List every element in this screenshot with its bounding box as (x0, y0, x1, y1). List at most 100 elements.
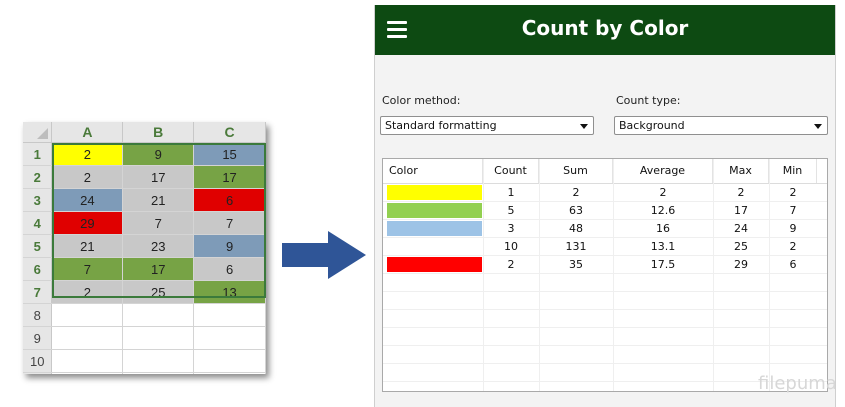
cell[interactable] (193, 349, 266, 373)
cell[interactable]: 23 (122, 234, 195, 258)
row-divider (383, 345, 827, 346)
cell[interactable]: 6 (193, 257, 266, 281)
watermark: filepuma (758, 373, 837, 394)
color-method-label: Color method: (382, 94, 461, 107)
chevron-down-icon (580, 124, 588, 129)
cell-count: 1 (507, 186, 515, 199)
cell[interactable] (51, 326, 124, 350)
cell[interactable] (51, 303, 124, 327)
column-header-count[interactable]: Count (483, 159, 539, 183)
count-type-dropdown[interactable]: Background (614, 116, 828, 135)
cell[interactable]: 2 (51, 165, 124, 189)
select-all-corner[interactable] (23, 122, 53, 143)
column-header-max[interactable]: Max (713, 159, 769, 183)
results-table[interactable]: Color Count Sum Average Max Min 1 2 2 2 2 5 63 12.6 1… (382, 158, 828, 392)
cell[interactable] (193, 372, 266, 374)
color-method-dropdown[interactable]: Standard formatting (380, 116, 594, 135)
cell[interactable]: 9 (193, 234, 266, 258)
cell[interactable] (193, 303, 266, 327)
cell[interactable]: 21 (122, 188, 195, 212)
cell-count: 2 (507, 258, 515, 271)
cell[interactable]: 6 (193, 188, 266, 212)
cell[interactable] (122, 326, 195, 350)
cell[interactable]: 17 (193, 165, 266, 189)
cell[interactable] (51, 349, 124, 373)
row-header[interactable]: 3 (23, 188, 53, 212)
row-divider (383, 363, 827, 364)
cell-max: 24 (734, 222, 748, 235)
cell[interactable] (122, 349, 195, 373)
panel-title: Count by Color (521, 16, 689, 40)
cell[interactable]: 2 (51, 280, 124, 304)
column-header-color[interactable]: Color (383, 159, 483, 183)
cell-min: 6 (789, 258, 797, 271)
cell-min: 2 (789, 186, 797, 199)
cell-max: 2 (737, 186, 745, 199)
cell-count: 5 (507, 204, 515, 217)
row-header[interactable]: 11 (23, 372, 53, 374)
row-divider (383, 309, 827, 310)
cell[interactable]: 24 (51, 188, 124, 212)
cell[interactable]: 17 (122, 165, 195, 189)
title-bar: Count by Color (375, 5, 835, 55)
cell[interactable]: 9 (122, 142, 195, 166)
column-header-c[interactable]: C (193, 122, 266, 143)
cell-sum: 63 (569, 204, 583, 217)
spreadsheet: A B C 1 2 9 15 2 2 17 17 3 24 21 6 4 29 7 7 5 21 23 9 6 7 17 6 7 2 25… (23, 122, 266, 374)
cell[interactable]: 17 (122, 257, 195, 281)
count-type-value: Background (619, 119, 685, 132)
table-row[interactable]: 5 63 12.6 17 7 (383, 202, 827, 220)
count-type-label: Count type: (616, 94, 681, 107)
column-header-sum[interactable]: Sum (539, 159, 613, 183)
column-header-a[interactable]: A (51, 122, 124, 143)
row-header[interactable]: 2 (23, 165, 53, 189)
row-header[interactable]: 8 (23, 303, 53, 327)
table-row[interactable]: 2 35 17.5 29 6 (383, 256, 827, 274)
cell[interactable]: 7 (122, 211, 195, 235)
cell[interactable]: 2 (51, 142, 124, 166)
cell-min: 2 (789, 240, 797, 253)
cell-count: 10 (504, 240, 518, 253)
row-header[interactable]: 1 (23, 142, 53, 166)
count-by-color-panel: Count by Color Color method: Standard fo… (374, 5, 836, 407)
cell[interactable] (193, 326, 266, 350)
cell[interactable] (122, 303, 195, 327)
cell-sum: 35 (569, 258, 583, 271)
table-row[interactable]: 1 2 2 2 2 (383, 184, 827, 202)
cell-average: 17.5 (650, 258, 676, 271)
cell-sum: 131 (565, 240, 587, 253)
cell[interactable]: 15 (193, 142, 266, 166)
arrow-right-icon (282, 231, 366, 279)
color-swatch (387, 203, 482, 218)
cell-count: 3 (507, 222, 515, 235)
results-table-header: Color Count Sum Average Max Min (383, 159, 827, 184)
row-header[interactable]: 10 (23, 349, 53, 373)
cell[interactable] (51, 372, 124, 374)
cell[interactable]: 7 (51, 257, 124, 281)
color-swatch (387, 257, 482, 272)
cell[interactable]: 7 (193, 211, 266, 235)
chevron-down-icon (814, 124, 822, 129)
row-header[interactable]: 4 (23, 211, 53, 235)
row-divider (383, 327, 827, 328)
column-header-min[interactable]: Min (769, 159, 817, 183)
color-method-value: Standard formatting (385, 119, 497, 132)
cell-average: 13.1 (650, 240, 676, 253)
cell[interactable]: 13 (193, 280, 266, 304)
row-header[interactable]: 5 (23, 234, 53, 258)
table-row[interactable]: 10 131 13.1 25 2 (383, 238, 827, 256)
cell-min: 7 (789, 204, 797, 217)
column-header-b[interactable]: B (122, 122, 195, 143)
cell-max: 25 (734, 240, 748, 253)
table-row[interactable]: 3 48 16 24 9 (383, 220, 827, 238)
cell[interactable] (122, 372, 195, 374)
row-header[interactable]: 7 (23, 280, 53, 304)
cell[interactable]: 29 (51, 211, 124, 235)
cell[interactable]: 25 (122, 280, 195, 304)
column-header-average[interactable]: Average (613, 159, 713, 183)
row-header[interactable]: 6 (23, 257, 53, 281)
row-header[interactable]: 9 (23, 326, 53, 350)
cell[interactable]: 21 (51, 234, 124, 258)
cell-sum: 2 (572, 186, 580, 199)
cell-max: 17 (734, 204, 748, 217)
